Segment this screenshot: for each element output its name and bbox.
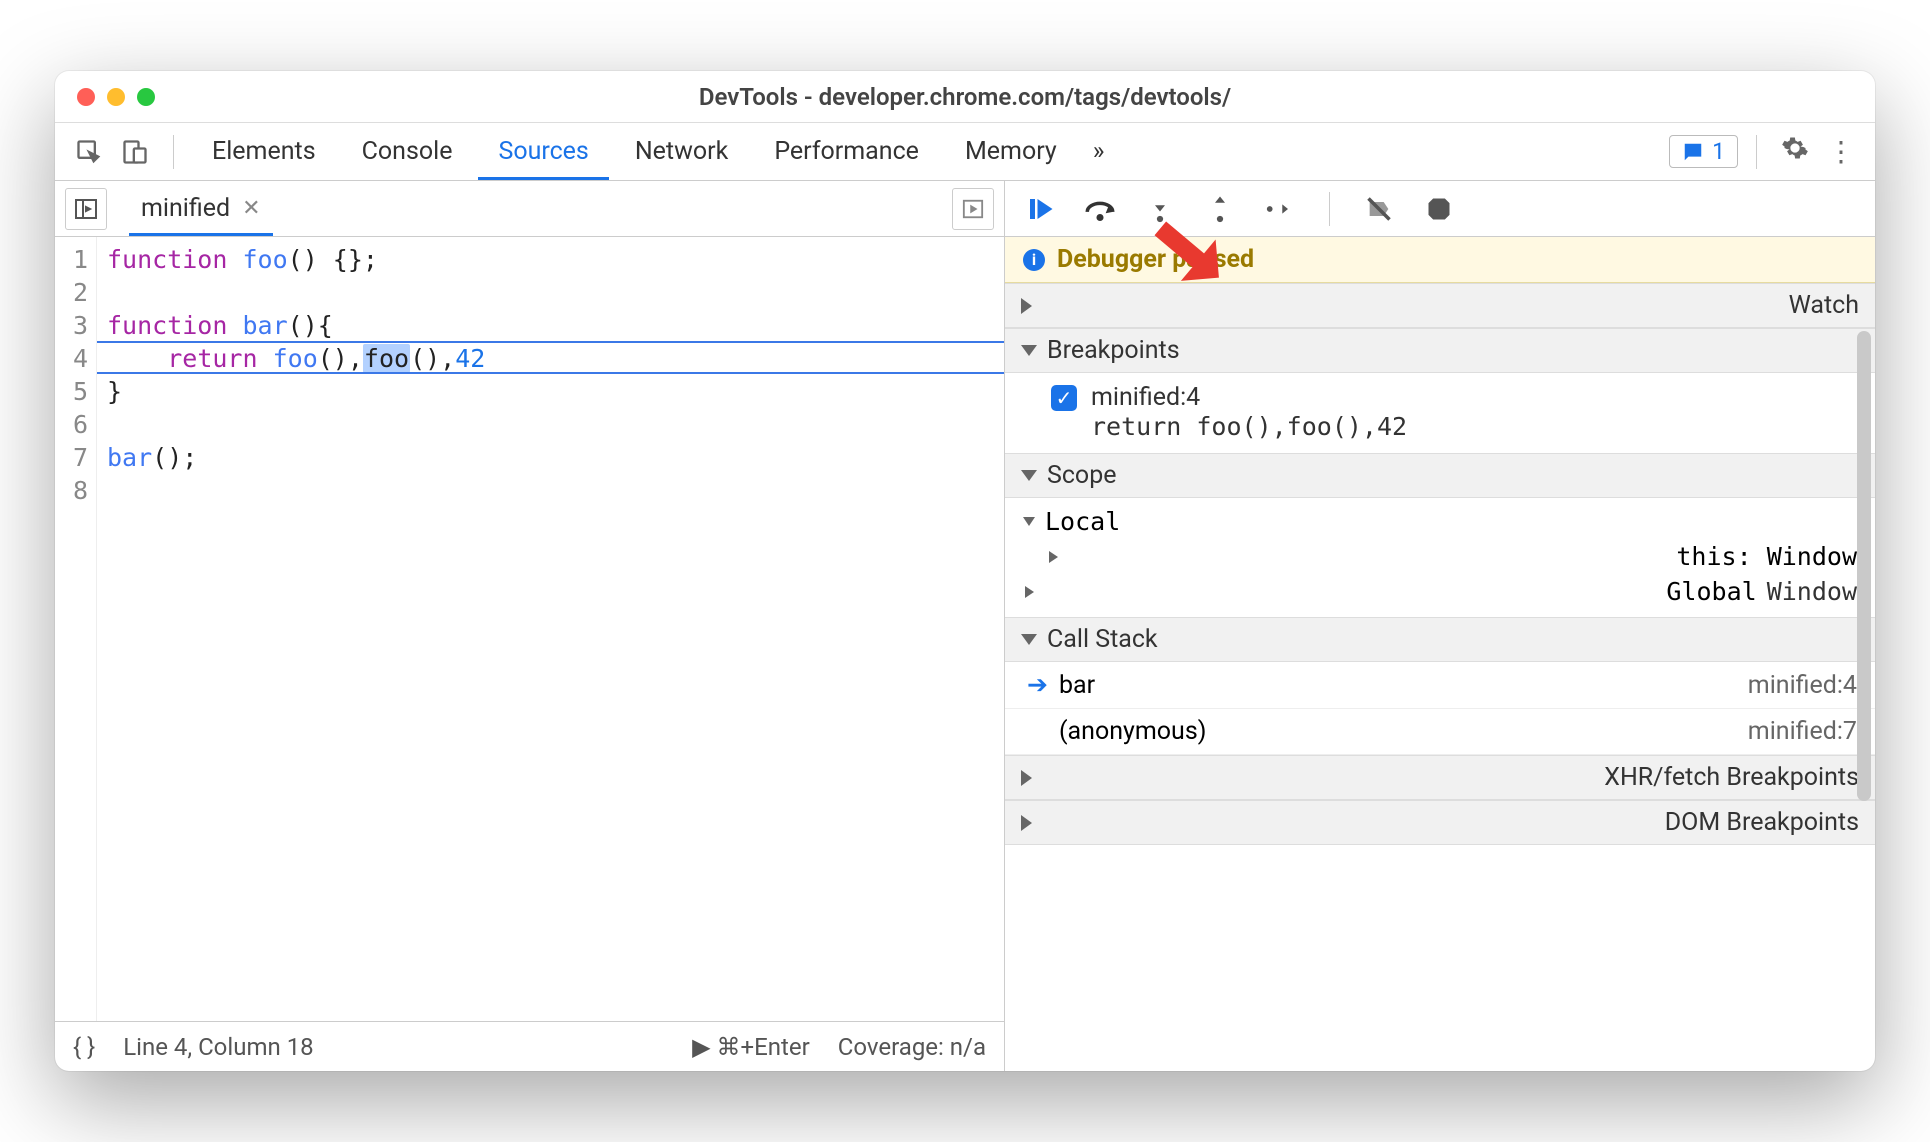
run-snippet-icon[interactable] [952, 188, 994, 230]
tabs-overflow[interactable]: » [1083, 123, 1115, 180]
tab-performance[interactable]: Performance [754, 123, 939, 180]
device-icon[interactable] [115, 132, 155, 172]
run-hint: ▶ ⌘+Enter [692, 1033, 810, 1061]
step-into-icon[interactable] [1143, 192, 1177, 226]
file-tab-minified[interactable]: minified ✕ [129, 181, 273, 236]
resume-icon[interactable] [1023, 192, 1057, 226]
scope-global[interactable]: Global Window [1023, 574, 1857, 609]
file-tabs: minified ✕ [55, 181, 1004, 237]
info-icon: i [1023, 249, 1045, 271]
tab-console[interactable]: Console [342, 123, 473, 180]
window-title: DevTools - developer.chrome.com/tags/dev… [55, 83, 1875, 111]
banner-text: Debugger paused [1057, 245, 1254, 274]
debugger-panels: i Debugger paused Watch Breakpoints ✓ mi… [1005, 237, 1875, 1071]
inspect-icon[interactable] [69, 132, 109, 172]
cursor-position: Line 4, Column 18 [123, 1033, 313, 1061]
step-over-icon[interactable] [1083, 192, 1117, 226]
breakpoints-section[interactable]: Breakpoints [1005, 328, 1875, 373]
scope-section[interactable]: Scope [1005, 453, 1875, 498]
tab-memory[interactable]: Memory [945, 123, 1077, 180]
callstack-row[interactable]: ➔barminified:4 [1005, 662, 1875, 709]
pretty-print-icon[interactable]: { } [73, 1033, 95, 1061]
tab-network[interactable]: Network [615, 123, 748, 180]
scrollbar[interactable] [1857, 331, 1871, 801]
step-out-icon[interactable] [1203, 192, 1237, 226]
breakpoint-checkbox[interactable]: ✓ [1051, 385, 1077, 411]
dom-breakpoints-section[interactable]: DOM Breakpoints [1005, 800, 1875, 845]
pause-exceptions-icon[interactable] [1422, 192, 1456, 226]
step-icon[interactable] [1263, 192, 1297, 226]
titlebar: DevTools - developer.chrome.com/tags/dev… [55, 71, 1875, 123]
more-icon[interactable]: ⋮ [1821, 135, 1861, 168]
debugger-toolbar [1005, 181, 1875, 237]
breakpoint-label: minified:4 [1091, 383, 1407, 412]
scope-this[interactable]: this: Window [1023, 539, 1857, 574]
callstack-row[interactable]: (anonymous)minified:7 [1005, 709, 1875, 755]
issues-count[interactable]: 1 [1669, 135, 1738, 168]
breakpoint-code: return foo(),foo(),42 [1091, 412, 1407, 441]
code-editor[interactable]: 12345678 function foo() {}; function bar… [55, 237, 1004, 1021]
close-file-icon[interactable]: ✕ [242, 196, 260, 221]
tab-sources[interactable]: Sources [478, 123, 608, 180]
file-tab-label: minified [141, 194, 230, 223]
callstack-section[interactable]: Call Stack [1005, 617, 1875, 662]
line-gutter: 12345678 [55, 237, 97, 1021]
navigator-toggle-icon[interactable] [65, 188, 107, 230]
settings-icon[interactable] [1775, 134, 1815, 169]
deactivate-breakpoints-icon[interactable] [1362, 192, 1396, 226]
tab-elements[interactable]: Elements [192, 123, 336, 180]
code-body[interactable]: function foo() {}; function bar(){ retur… [97, 237, 1004, 1021]
watch-section[interactable]: Watch [1005, 283, 1875, 328]
debugger-paused-banner: i Debugger paused [1005, 237, 1875, 283]
scope-global-value: Window [1767, 577, 1857, 606]
xhr-breakpoints-section[interactable]: XHR/fetch Breakpoints [1005, 755, 1875, 800]
scope-local[interactable]: Local [1023, 504, 1857, 539]
editor-statusbar: { } Line 4, Column 18 ▶ ⌘+Enter Coverage… [55, 1021, 1004, 1071]
issues-count-value: 1 [1712, 138, 1725, 165]
coverage-label[interactable]: Coverage: n/a [838, 1033, 986, 1061]
breakpoint-row[interactable]: ✓ minified:4 return foo(),foo(),42 [1051, 383, 1857, 441]
main-tabs: Elements Console Sources Network Perform… [55, 123, 1875, 181]
